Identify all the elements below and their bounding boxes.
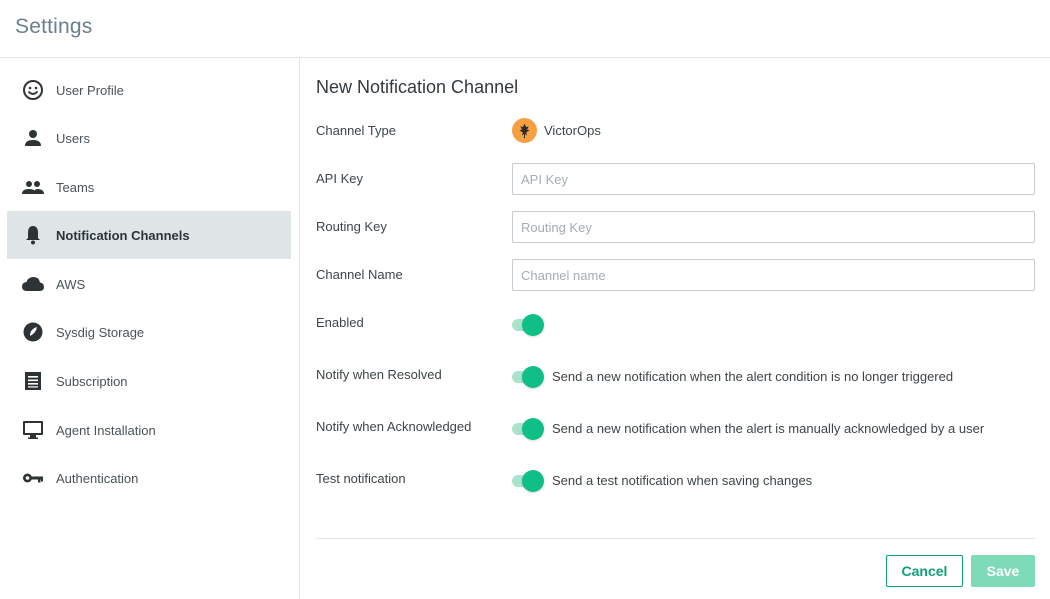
sidebar-item-label: Users [56,130,90,146]
notify-acknowledged-label: Notify when Acknowledged [316,419,472,434]
receipt-icon [21,369,45,393]
smiley-icon [21,78,45,102]
group-icon [21,175,45,199]
sidebar-item-label: Notification Channels [56,227,190,243]
api-key-input[interactable] [512,163,1035,195]
sidebar-item-label: AWS [56,276,86,292]
sidebar-item-authentication[interactable]: Authentication [7,454,291,502]
enabled-label: Enabled [316,315,364,330]
test-notification-label: Test notification [316,471,406,486]
notify-resolved-label: Notify when Resolved [316,367,442,382]
routing-key-label: Routing Key [316,219,387,234]
page-header-title: Settings [15,15,93,38]
notify-acknowledged-toggle[interactable] [512,418,544,440]
bell-icon [21,223,45,247]
notify-resolved-description: Send a new notification when the alert c… [552,369,954,384]
sidebar-item-label: Subscription [56,373,128,389]
enabled-toggle[interactable] [512,314,544,336]
test-notification-toggle[interactable] [512,470,544,492]
settings-sidebar: User Profile Users Teams Notification Ch… [0,58,300,599]
key-icon [21,466,45,490]
sidebar-item-users[interactable]: Users [7,114,291,162]
sidebar-item-subscription[interactable]: Subscription [7,357,291,405]
sidebar-item-label: Authentication [56,470,139,486]
toggle-knob [522,418,544,440]
sidebar-item-user-profile[interactable]: User Profile [7,66,291,114]
channel-name-label: Channel Name [316,267,403,282]
storage-icon [21,320,45,344]
sidebar-item-sysdig-storage[interactable]: Sysdig Storage [7,308,291,356]
api-key-label: API Key [316,171,363,186]
routing-key-input[interactable] [512,211,1035,243]
victorops-logo-icon [512,118,537,143]
notify-acknowledged-description: Send a new notification when the alert i… [552,421,985,436]
toggle-knob [522,470,544,492]
notification-channel-form: New Notification Channel Channel Type Vi… [316,58,1035,599]
sidebar-item-agent-installation[interactable]: Agent Installation [7,406,291,454]
channel-name-input[interactable] [512,259,1035,291]
sidebar-item-label: Sysdig Storage [56,324,145,340]
toggle-knob [522,314,544,336]
cancel-button[interactable]: Cancel [886,555,963,587]
sidebar-item-aws[interactable]: AWS [7,260,291,308]
sidebar-item-label: Teams [56,179,95,195]
sidebar-item-notification-channels[interactable]: Notification Channels [7,211,291,259]
test-notification-description: Send a test notification when saving cha… [552,473,813,488]
sidebar-item-teams[interactable]: Teams [7,163,291,211]
toggle-knob [522,366,544,388]
channel-type-value: VictorOps [544,123,601,138]
form-title: New Notification Channel [316,77,519,97]
form-divider [316,538,1035,539]
sidebar-item-label: User Profile [56,82,124,98]
monitor-icon [21,418,45,442]
channel-type-label: Channel Type [316,123,396,138]
save-button[interactable]: Save [971,555,1035,587]
notify-resolved-toggle[interactable] [512,366,544,388]
top-bar: Settings [0,0,1050,58]
sidebar-item-label: Agent Installation [56,422,156,438]
person-icon [21,126,45,150]
cloud-icon [21,272,45,296]
